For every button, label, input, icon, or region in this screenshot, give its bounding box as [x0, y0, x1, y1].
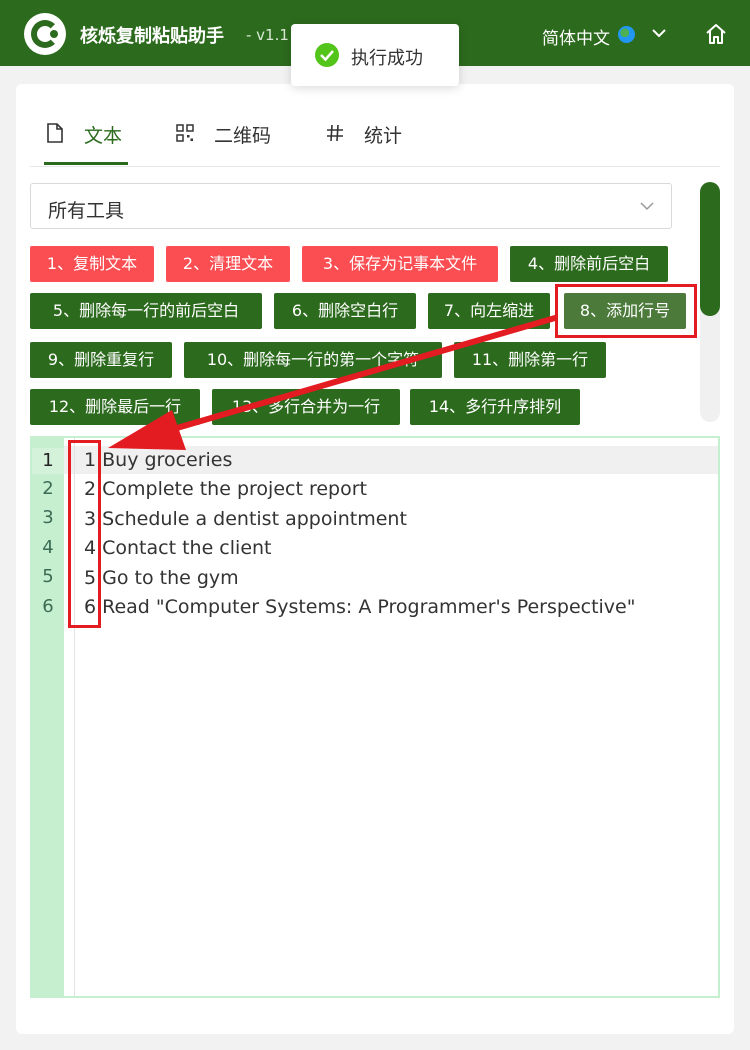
select-value: 所有工具	[48, 200, 125, 222]
indent-left-button[interactable]: 7、向左缩进	[428, 293, 550, 329]
remove-last-line-button[interactable]: 12、删除最后一行	[30, 389, 200, 425]
home-icon[interactable]	[704, 22, 728, 46]
text-editor[interactable]: 1 2 3 4 5 6 1.Buy groceries 2.Complete t…	[30, 436, 720, 998]
sort-ascending-button[interactable]: 14、多行升序排列	[410, 389, 580, 425]
editor-line[interactable]: 6.Read "Computer Systems: A Programmer's…	[84, 596, 635, 618]
document-icon	[47, 123, 63, 143]
language-selector[interactable]: 简体中文	[542, 24, 610, 49]
trim-whitespace-button[interactable]: 4、删除前后空白	[510, 246, 668, 282]
merge-lines-button[interactable]: 13、多行合并为一行	[212, 389, 400, 425]
qrcode-icon	[176, 124, 194, 142]
tabs-divider	[30, 166, 720, 167]
success-check-icon	[315, 43, 339, 67]
editor-line[interactable]: 4.Contact the client	[84, 537, 272, 559]
copy-text-button[interactable]: 1、复制文本	[30, 246, 154, 282]
annotation-highlight-button	[555, 284, 697, 338]
clean-text-button[interactable]: 2、清理文本	[166, 246, 290, 282]
line-number: 1	[32, 448, 64, 474]
trim-each-line-button[interactable]: 5、删除每一行的前后空白	[30, 293, 262, 329]
app-title: 核烁复制粘贴助手	[80, 26, 224, 47]
editor-line[interactable]: 1.Buy groceries	[84, 449, 232, 471]
tools-scrollbar-thumb[interactable]	[700, 182, 720, 316]
tab-label: 二维码	[214, 125, 272, 147]
editor-line[interactable]: 3.Schedule a dentist appointment	[84, 508, 407, 530]
hash-icon	[327, 124, 343, 142]
active-tab-indicator	[44, 162, 128, 165]
line-number: 5	[42, 566, 54, 587]
editor-line[interactable]: 2.Complete the project report	[84, 478, 367, 500]
remove-first-char-button[interactable]: 10、删除每一行的第一个字符	[184, 342, 442, 378]
tab-label: 统计	[364, 125, 403, 147]
globe-icon	[618, 26, 635, 43]
line-number: 2	[42, 478, 54, 499]
tool-category-select[interactable]: 所有工具	[30, 183, 672, 229]
app-version: - v1.1	[246, 26, 289, 44]
tab-label: 文本	[84, 125, 123, 147]
chevron-down-icon	[640, 202, 654, 211]
line-number: 6	[42, 596, 54, 617]
save-txt-button[interactable]: 3、保存为记事本文件	[302, 246, 498, 282]
app-logo-icon	[24, 13, 66, 55]
remove-blank-lines-button[interactable]: 6、删除空白行	[274, 293, 416, 329]
toast-message: 执行成功	[351, 48, 423, 69]
chevron-down-icon[interactable]	[650, 24, 668, 42]
line-number: 4	[42, 537, 54, 558]
success-toast: 执行成功	[291, 24, 459, 86]
remove-duplicates-button[interactable]: 9、删除重复行	[30, 342, 172, 378]
annotation-highlight-line-numbers	[68, 440, 101, 628]
line-number: 3	[42, 507, 54, 528]
editor-line[interactable]: 5.Go to the gym	[84, 567, 239, 589]
remove-first-line-button[interactable]: 11、删除第一行	[454, 342, 606, 378]
